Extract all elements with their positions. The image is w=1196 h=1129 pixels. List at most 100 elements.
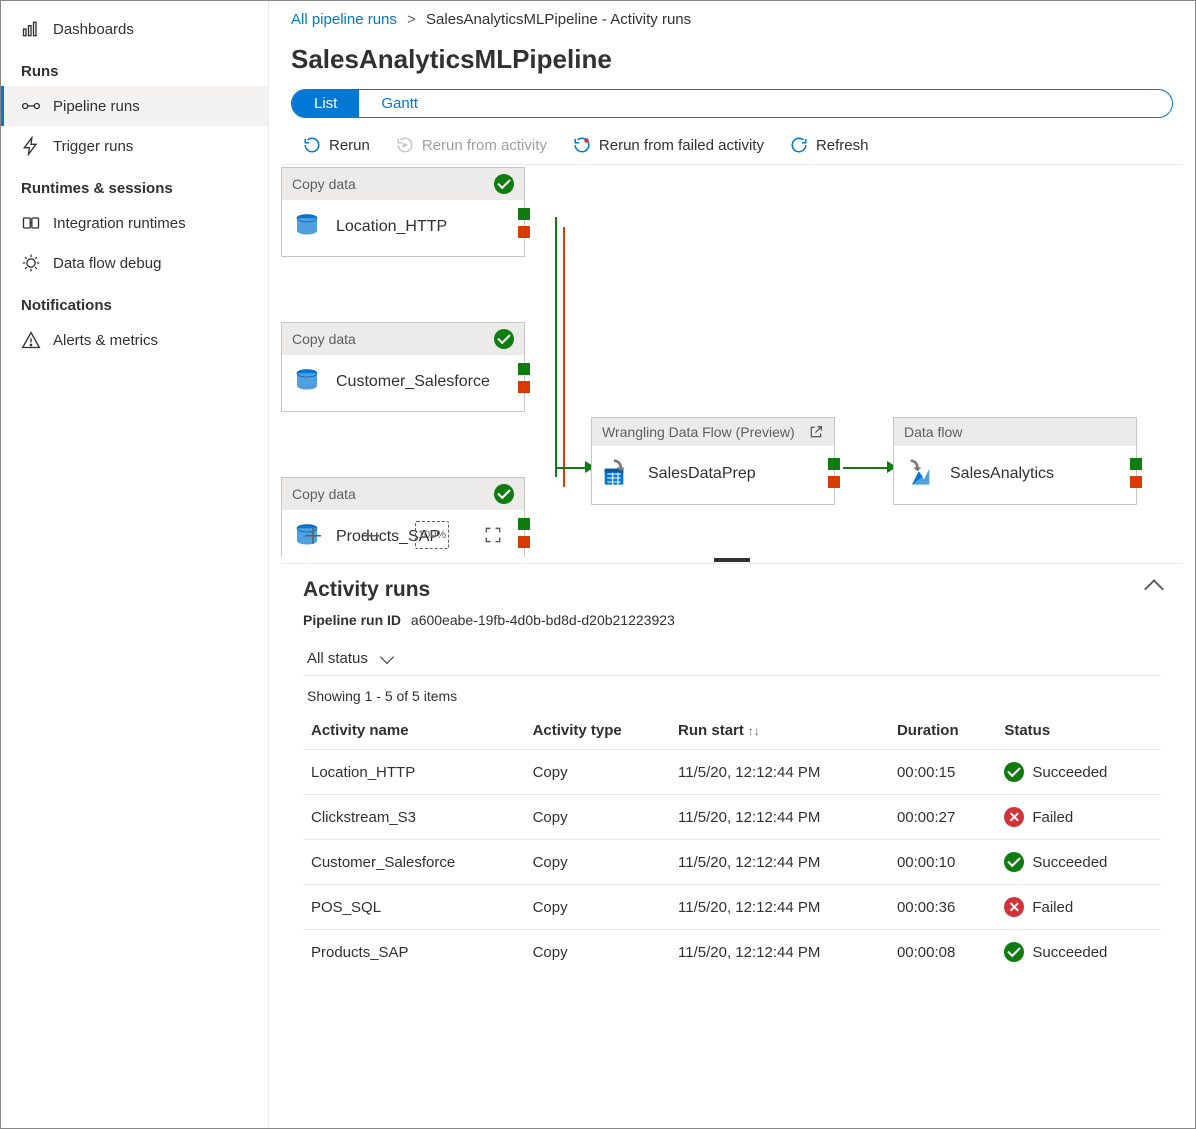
node-type-label: Copy data — [292, 486, 356, 502]
cell-run-start: 11/5/20, 12:12:44 PM — [670, 840, 889, 885]
view-toggle-gantt[interactable]: Gantt — [359, 90, 440, 117]
node-title: SalesAnalytics — [950, 465, 1054, 483]
refresh-button[interactable]: Refresh — [790, 136, 869, 154]
connector-line — [555, 217, 557, 477]
col-activity-name[interactable]: Activity name — [303, 710, 525, 750]
output-port-success[interactable] — [518, 208, 530, 220]
rerun-failed-icon — [573, 136, 591, 154]
pipeline-node-n1[interactable]: Copy dataLocation_HTTP — [281, 167, 525, 257]
success-icon — [1004, 762, 1024, 782]
collapse-button[interactable] — [1147, 582, 1161, 599]
output-port-failure[interactable] — [518, 226, 530, 238]
sidebar-item-alerts-metrics[interactable]: Alerts & metrics — [1, 320, 268, 360]
pipeline-node-n4[interactable]: Wrangling Data Flow (Preview)SalesDataPr… — [591, 417, 835, 505]
sidebar-item-label: Trigger runs — [53, 138, 133, 155]
pipeline-node-n2[interactable]: Copy data Customer_Salesforce — [281, 322, 525, 412]
view-toggle: List Gantt — [291, 89, 1173, 118]
alert-icon — [21, 330, 41, 350]
failed-icon — [1004, 807, 1024, 827]
activity-runs-panel: Activity runs Pipeline run ID a600eabe-1… — [281, 563, 1183, 988]
success-icon — [1004, 942, 1024, 962]
sidebar-item-label: Data flow debug — [53, 255, 161, 272]
success-icon — [1004, 852, 1024, 872]
sidebar-item-integration-runtimes[interactable]: Integration runtimes — [1, 203, 268, 243]
trigger-icon — [21, 136, 41, 156]
node-title: SalesDataPrep — [648, 465, 756, 483]
sidebar-header-runtimes: Runtimes & sessions — [1, 166, 268, 203]
output-port-success[interactable] — [828, 458, 840, 470]
col-run-start[interactable]: Run start↑↓ — [670, 710, 889, 750]
cell-run-start: 11/5/20, 12:12:44 PM — [670, 885, 889, 930]
success-icon — [494, 329, 514, 349]
sidebar-item-data-flow-debug[interactable]: Data flow debug — [1, 243, 268, 283]
open-external-icon[interactable] — [808, 424, 824, 440]
col-activity-type[interactable]: Activity type — [525, 710, 670, 750]
pipeline-canvas[interactable]: Copy dataLocation_HTTPCopy dataCustomer_… — [281, 167, 1183, 557]
output-port-success[interactable] — [1130, 458, 1142, 470]
cell-status: Failed — [996, 795, 1161, 840]
table-row[interactable]: Products_SAPCopy11/5/20, 12:12:44 PM00:0… — [303, 930, 1161, 975]
sidebar-header-runs: Runs — [1, 49, 268, 86]
sidebar-item-label: Integration runtimes — [53, 215, 186, 232]
col-status[interactable]: Status — [996, 710, 1161, 750]
rerun-activity-icon — [396, 136, 414, 154]
chevron-down-icon — [380, 650, 394, 664]
cell-status: Succeeded — [996, 930, 1161, 975]
integration-icon — [21, 213, 41, 233]
cell-duration: 00:00:15 — [889, 750, 996, 795]
output-port-failure[interactable] — [828, 476, 840, 488]
failed-icon — [1004, 897, 1024, 917]
cell-status: Succeeded — [996, 840, 1161, 885]
dashboard-icon — [21, 19, 41, 39]
cell-activity-type: Copy — [525, 840, 670, 885]
connector-line — [563, 227, 565, 487]
sidebar-item-pipeline-runs[interactable]: Pipeline runs — [1, 86, 268, 126]
toolbar: Rerun Rerun from activity Rerun from fai… — [281, 128, 1183, 165]
output-port-failure[interactable] — [518, 381, 530, 393]
fullscreen-button[interactable] — [479, 521, 507, 549]
col-duration[interactable]: Duration — [889, 710, 996, 750]
rerun-from-failed-button[interactable]: Rerun from failed activity — [573, 136, 764, 154]
pipeline-node-n5[interactable]: Data flowSalesAnalytics — [893, 417, 1137, 505]
showing-count: Showing 1 - 5 of 5 items — [303, 676, 1161, 710]
output-port-failure[interactable] — [518, 536, 530, 548]
debug-icon — [21, 253, 41, 273]
cell-run-start: 11/5/20, 12:12:44 PM — [670, 795, 889, 840]
cell-activity-type: Copy — [525, 885, 670, 930]
output-port-failure[interactable] — [1130, 476, 1142, 488]
rerun-button[interactable]: Rerun — [303, 136, 370, 154]
connector-line — [843, 467, 893, 469]
zoom-out-button[interactable]: － — [357, 521, 385, 549]
table-row[interactable]: Customer_SalesforceCopy11/5/20, 12:12:44… — [303, 840, 1161, 885]
cell-duration: 00:00:27 — [889, 795, 996, 840]
table-row[interactable]: POS_SQLCopy11/5/20, 12:12:44 PM00:00:36F… — [303, 885, 1161, 930]
sidebar-item-label: Pipeline runs — [53, 98, 140, 115]
table-row[interactable]: Clickstream_S3Copy11/5/20, 12:12:44 PM00… — [303, 795, 1161, 840]
success-icon — [494, 484, 514, 504]
node-title: Location_HTTP — [336, 218, 447, 236]
cell-duration: 00:00:36 — [889, 885, 996, 930]
sidebar-header-notifications: Notifications — [1, 283, 268, 320]
cell-status: Succeeded — [996, 750, 1161, 795]
node-title: Customer_Salesforce — [336, 373, 490, 391]
cell-run-start: 11/5/20, 12:12:44 PM — [670, 750, 889, 795]
sidebar-item-trigger-runs[interactable]: Trigger runs — [1, 126, 268, 166]
output-port-success[interactable] — [518, 363, 530, 375]
zoom-fit-button[interactable]: 100% — [415, 521, 449, 549]
success-icon — [494, 174, 514, 194]
cell-activity-type: Copy — [525, 930, 670, 975]
pipeline-run-id: Pipeline run ID a600eabe-19fb-4d0b-bd8d-… — [303, 602, 1161, 642]
zoom-in-button[interactable]: ＋ — [299, 521, 327, 549]
sidebar-item-dashboards[interactable]: Dashboards — [1, 9, 268, 49]
status-filter-dropdown[interactable]: All status — [303, 642, 1161, 676]
cell-activity-name: Location_HTTP — [303, 750, 525, 795]
breadcrumb-current: SalesAnalyticsMLPipeline - Activity runs — [426, 11, 691, 28]
breadcrumb-root[interactable]: All pipeline runs — [291, 11, 397, 28]
cell-status: Failed — [996, 885, 1161, 930]
sidebar-item-label: Alerts & metrics — [53, 332, 158, 349]
table-row[interactable]: Location_HTTPCopy11/5/20, 12:12:44 PM00:… — [303, 750, 1161, 795]
output-port-success[interactable] — [518, 518, 530, 530]
cell-activity-type: Copy — [525, 750, 670, 795]
view-toggle-list[interactable]: List — [292, 90, 359, 117]
node-type-label: Copy data — [292, 331, 356, 347]
